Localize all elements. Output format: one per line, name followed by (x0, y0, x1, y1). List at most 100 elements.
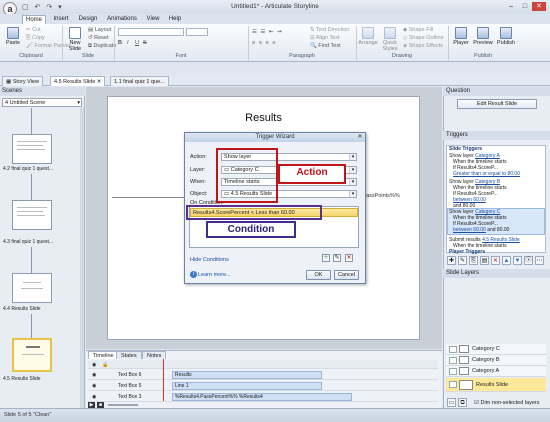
delete-condition-button[interactable]: ✕ (345, 254, 353, 262)
tab-design[interactable]: Design (76, 15, 100, 24)
tab-animations[interactable]: Animations (104, 15, 140, 24)
tab-notes[interactable]: Notes (142, 351, 167, 359)
variables-icon[interactable]: ⓧ (524, 256, 533, 265)
base-layer-row[interactable]: Results Slide (446, 378, 546, 392)
quick-styles-icon (384, 27, 396, 39)
copy-button[interactable]: ⎘ Copy (26, 35, 45, 42)
hide-conditions-link[interactable]: Hide Conditions (190, 257, 229, 263)
timeline-row[interactable]: ◉ Text Box 3 %Results4.PassPercent%% %Re… (88, 392, 438, 402)
layer-row[interactable]: Category C (446, 344, 546, 355)
close-window-button[interactable]: ✕ (532, 2, 546, 11)
slide-title[interactable]: Results (107, 112, 420, 124)
cancel-button[interactable]: Cancel (334, 270, 359, 280)
slide-thumbnail-selected[interactable] (12, 338, 52, 372)
shape-fill-button[interactable]: ◆ Shape Fill (403, 27, 433, 34)
duplicate-layer-icon[interactable]: ⧉ (458, 398, 467, 407)
lock-icon[interactable]: 🔒 (102, 360, 108, 370)
shape-effects-button[interactable]: ◈ Shape Effects (403, 43, 443, 50)
ok-button[interactable]: OK (306, 270, 331, 280)
underline-button[interactable]: U (135, 40, 139, 47)
zoom-slider[interactable] (108, 404, 138, 406)
edit-result-slide-button[interactable]: Edit Result Slide (457, 99, 537, 109)
more-icon[interactable]: ⋯ (535, 256, 544, 265)
trigger-condition-link[interactable]: between 60.00 and 80.00 (453, 227, 509, 233)
quick-styles-button[interactable]: Quick Styles (380, 27, 400, 52)
font-group-label: Font (175, 53, 187, 59)
add-condition-button[interactable]: ＋ (322, 254, 330, 262)
move-down-icon[interactable]: ▼ (513, 256, 522, 265)
align-text-button[interactable]: ⊟ Align Text (310, 35, 340, 42)
tab-view[interactable]: View (144, 15, 162, 24)
layer-row[interactable]: Category B (446, 355, 546, 366)
paste-trigger-icon[interactable]: ▤ (480, 256, 489, 265)
new-slide-button[interactable]: New Slide (65, 27, 85, 52)
question-header: Question (443, 87, 550, 96)
branch-arrow (31, 174, 32, 200)
publish-button[interactable]: Publish (495, 27, 517, 51)
list-buttons[interactable]: ☰ ☰ ⇤ ⇥ (252, 29, 283, 36)
edit-condition-icon[interactable]: ✎ (333, 254, 341, 262)
action-label: Action: (190, 154, 207, 160)
scenes-scrollbar[interactable] (80, 108, 84, 408)
paste-icon (7, 27, 19, 39)
tab-help[interactable]: Help (166, 15, 184, 24)
layer-thumb-icon (459, 345, 469, 353)
new-trigger-icon[interactable]: ✚ (447, 256, 456, 265)
find-text-button[interactable]: 🔍 Find Text (310, 43, 341, 50)
copy-trigger-icon[interactable]: ⎘ (469, 256, 478, 265)
reset-button[interactable]: ↺ Reset (88, 35, 109, 42)
tab-states[interactable]: States (116, 351, 142, 359)
strike-button[interactable]: S (143, 40, 147, 47)
eye-icon[interactable] (449, 357, 457, 364)
player-button[interactable]: Player (451, 27, 471, 51)
slide-group-label: Slide (81, 53, 95, 59)
paste-button[interactable]: Paste (3, 27, 23, 51)
dim-layers-checkbox[interactable]: ☑ Dim non-selected layers (474, 400, 539, 406)
shape-outline-button[interactable]: ◇ Shape Outline (403, 35, 444, 42)
tab-story-view[interactable]: ▦ Story View (2, 76, 43, 86)
eye-icon[interactable]: ◉ (92, 392, 96, 402)
slide-thumbnail[interactable] (12, 134, 52, 164)
timeline-row[interactable]: ◉ Text Box 5 Line 1 (88, 381, 438, 391)
preview-icon (477, 27, 489, 39)
duplicate-button[interactable]: ⧉ Duplicate (88, 43, 116, 50)
tab-timeline[interactable]: Timeline (88, 351, 119, 359)
font-family-select[interactable] (118, 28, 184, 36)
eye-icon[interactable]: ◉ (92, 381, 96, 391)
new-layer-icon[interactable]: ▭ (447, 398, 456, 407)
slide-thumbnail[interactable] (12, 273, 52, 303)
cut-button[interactable]: ✂ Cut (26, 27, 41, 34)
dialog-close-button[interactable]: ✕ (356, 134, 364, 141)
eye-icon[interactable] (449, 368, 457, 375)
trigger-condition-link[interactable]: Greater than or equal to 80.00 (453, 171, 520, 177)
tab-insert[interactable]: Insert (50, 15, 72, 24)
tab-quiz-question[interactable]: 1.1 final quiz 1 que... (110, 76, 169, 86)
align-buttons[interactable]: ≡ ≡ ≡ ≡ (252, 40, 276, 47)
eye-icon[interactable] (449, 346, 457, 353)
eye-icon[interactable] (449, 381, 457, 388)
timeline-row[interactable]: ◉ Text Box 6 Results (88, 370, 438, 380)
delete-trigger-icon[interactable]: ✕ (491, 256, 500, 265)
eye-icon[interactable]: ◉ (92, 360, 96, 370)
edit-trigger-icon[interactable]: ✎ (458, 256, 467, 265)
font-size-select[interactable] (186, 28, 208, 36)
playhead[interactable] (163, 359, 164, 401)
move-up-icon[interactable]: ▲ (502, 256, 511, 265)
timeline-ruler[interactable]: ◉ 🔒 (88, 360, 438, 369)
layout-button[interactable]: ▤ Layout (88, 27, 111, 34)
scene-select[interactable]: 4 Untitled Scene ▾ (2, 98, 82, 107)
arrange-button[interactable]: Arrange (358, 27, 378, 51)
text-direction-button[interactable]: ⇅ Text Direction (310, 27, 349, 34)
new-slide-icon (69, 27, 81, 39)
eye-icon[interactable]: ◉ (92, 370, 96, 380)
bold-button[interactable]: B (118, 40, 122, 47)
tab-home[interactable]: Home (22, 15, 46, 24)
learn-more-link[interactable]: Learn more... (198, 272, 231, 278)
tab-results-slide[interactable]: 4.5 Results Slide ✕ (50, 76, 106, 86)
minimize-button[interactable]: – (504, 2, 518, 11)
restore-button[interactable]: □ (518, 2, 532, 11)
layer-row[interactable]: Category A (446, 366, 546, 377)
italic-button[interactable]: I (127, 40, 129, 47)
slide-thumbnail[interactable] (12, 200, 52, 230)
preview-button[interactable]: Preview (472, 27, 494, 51)
